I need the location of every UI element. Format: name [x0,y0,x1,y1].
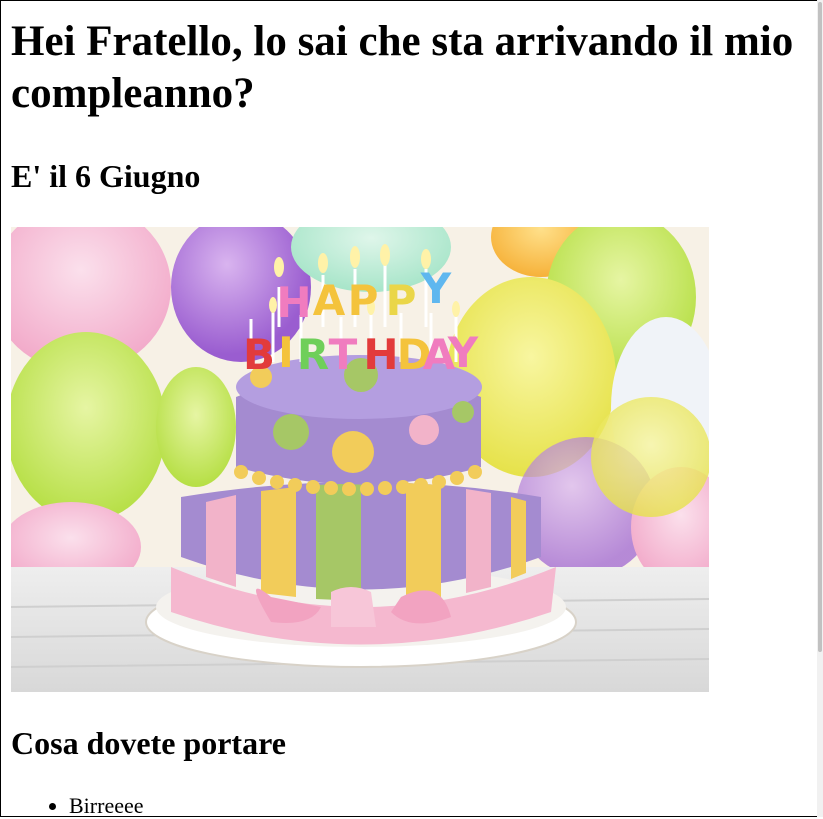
candle-letter-b: B [243,330,275,379]
vertical-scrollbar[interactable] [817,0,823,817]
date-heading: E' il 6 Giugno [11,158,201,194]
window-top-border [0,0,823,1]
scrollbar-thumb[interactable] [818,2,822,652]
items-list: Birreeee [49,793,144,819]
candle-letter-y: Y [420,264,452,313]
cake-illustration: H A P P Y B I R T H D A Y [11,227,709,692]
candle-letter-y2: Y [447,328,479,377]
candle-letter-h2: H [363,330,398,379]
page-title: Hei Fratello, lo sai che sta arrivando i… [11,18,794,117]
window-left-border [0,0,1,817]
candle-letter-h: H [276,278,311,327]
list-item: Birreeee [69,793,144,819]
candle-letter-a: A [313,276,346,325]
candle-letter-p: P [348,276,379,325]
candle-letter-i: I [278,328,294,377]
birthday-cake-image: H A P P Y B I R T H D A Y [11,227,709,692]
section-heading: Cosa dovete portare [11,725,286,761]
candle-letter-p2: P [386,276,417,325]
candle-letter-r: R [297,330,329,379]
candle-letter-t: T [329,330,358,379]
